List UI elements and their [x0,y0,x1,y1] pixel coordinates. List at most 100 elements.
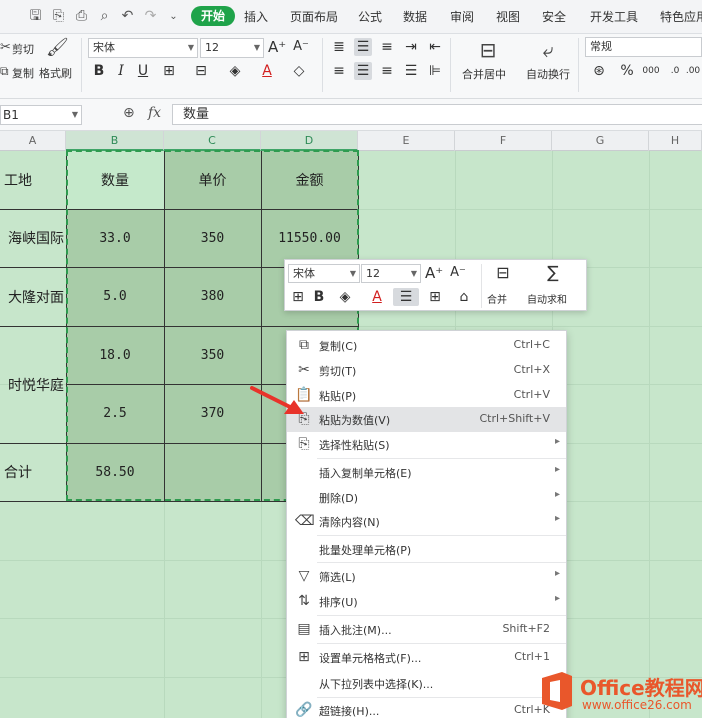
spacing-icon[interactable]: ⊞ [289,288,307,306]
redo-icon[interactable]: ↷ [142,8,159,25]
align-center-icon[interactable]: ☰ [354,62,372,80]
tab-page-layout[interactable]: 页面布局 [290,9,338,25]
tab-view[interactable]: 视图 [496,9,520,25]
tab-security[interactable]: 安全 [542,9,566,25]
indent-icon[interactable]: ⇥ [402,38,420,56]
cell-price[interactable]: 370 [164,384,261,443]
align-middle-icon[interactable]: ☰ [354,38,372,56]
chevron-down-icon[interactable]: ⌄ [165,8,182,25]
copy-label[interactable]: 复制 [12,65,34,81]
outdent-icon[interactable]: ⇤ [426,38,444,56]
merge-center-label[interactable]: 合并居中 [462,66,506,82]
tab-insert[interactable]: 插入 [244,9,268,25]
cell-qty[interactable]: 5.0 [66,267,164,326]
align-left-icon[interactable]: ≡ [330,62,348,80]
mini-font-name-select[interactable]: 宋体 ▼ [288,264,360,283]
font-color-icon[interactable]: A [258,62,276,80]
column-header-e[interactable]: E [358,131,455,151]
align-top-icon[interactable]: ≣ [330,38,348,56]
cell-site[interactable]: 海峡国际 [0,209,66,267]
menu-item-hyperlink[interactable]: 🔗 超链接(H)... Ctrl+K [287,698,566,718]
scissors-icon[interactable]: ✂ [0,40,11,55]
menu-item-format-cells[interactable]: ⊞ 设置单元格格式(F)... Ctrl+1 [287,645,566,670]
copy-icon[interactable]: ⧉ [0,64,9,79]
cut-label[interactable]: 剪切 [12,41,34,57]
justify-icon[interactable]: ☰ [402,62,420,80]
percent-icon[interactable]: % [618,62,636,80]
font-name-select[interactable]: 宋体 ▼ [88,38,198,58]
header-cell-amount[interactable]: 金额 [261,151,358,209]
mini-font-size-select[interactable]: 12 ▼ [361,264,421,283]
menu-item-sort[interactable]: ⇅ 排序(U) ▸ [287,589,566,614]
bold-icon[interactable]: B [311,288,327,306]
bold-icon[interactable]: B [90,62,108,80]
menu-item-insert-comment[interactable]: ▤ 插入批注(M)... Shift+F2 [287,617,566,642]
italic-icon[interactable]: I [112,62,130,80]
wrap-text-icon[interactable]: ⤶ [536,38,560,62]
undo-icon[interactable]: ↶ [119,8,136,25]
tab-data[interactable]: 数据 [403,9,427,25]
cell-price[interactable]: 350 [164,209,261,267]
format-painter-label[interactable]: 格式刷 [39,65,72,81]
print-preview-icon[interactable]: ⌕ [96,8,113,25]
cell-price[interactable]: 350 [164,326,261,384]
tab-formulas[interactable]: 公式 [358,9,382,25]
border-icon[interactable]: ⊞ [160,62,178,80]
merge-cells-icon[interactable]: ⊟ [491,264,515,282]
decrease-decimal-icon[interactable]: .00 [684,62,702,80]
align-right-icon[interactable]: ≡ [378,62,396,80]
increase-decimal-icon[interactable]: .0 [666,62,684,80]
cell-total-qty[interactable]: 58.50 [66,443,164,501]
menu-item-paste-special[interactable]: ⎘ 选择性粘贴(S) ▸ [287,432,566,457]
cell-site[interactable]: 大隆对面 [0,267,66,326]
cell-qty[interactable]: 18.0 [66,326,164,384]
fill-color-icon[interactable]: ◈ [333,288,357,306]
cell-price[interactable]: 380 [164,267,261,326]
header-cell-site[interactable]: 工地 [0,151,66,209]
border-icon[interactable]: ⊞ [423,288,447,306]
mini-merge-label[interactable]: 合并 [487,291,507,306]
menu-item-paste[interactable]: 📋 粘贴(P) Ctrl+V [287,383,566,408]
increase-font-icon[interactable]: A⁺ [425,264,443,282]
column-header-d[interactable]: D [261,131,358,151]
menu-item-insert-copied[interactable]: 插入复制单元格(E) ▸ [287,460,566,485]
decrease-font-icon[interactable]: A⁻ [449,264,467,282]
fill-color-icon[interactable]: ◈ [226,62,244,80]
menu-item-paste-values[interactable]: ⎘ 粘贴为数值(V) Ctrl+Shift+V [287,407,566,432]
cell-site-merged[interactable]: 时悦华庭 [0,326,66,443]
underline-icon[interactable]: U [134,62,152,80]
align-bottom-icon[interactable]: ≡ [378,38,396,56]
decrease-font-icon[interactable]: A⁻ [292,38,310,56]
share-icon[interactable]: ⎘ [50,8,67,25]
menu-item-cut[interactable]: ✂ 剪切(T) Ctrl+X [287,358,566,383]
tab-developer[interactable]: 开发工具 [590,9,638,25]
header-cell-qty[interactable]: 数量 [66,151,164,209]
save-icon[interactable]: 🖫 [27,8,44,25]
menu-item-clear[interactable]: ⌫ 清除内容(N) ▸ [287,509,566,534]
column-header-f[interactable]: F [455,131,552,151]
column-header-c[interactable]: C [164,131,261,151]
thousands-icon[interactable]: 000 [642,62,660,80]
tab-home[interactable]: 开始 [191,6,236,26]
font-color-icon[interactable]: A [365,288,389,306]
formula-input[interactable]: 数量 [172,104,702,125]
menu-item-copy[interactable]: ⧉ 复制(C) Ctrl+C [287,333,566,358]
clear-format-icon[interactable]: ◇ [290,62,308,80]
cell-qty[interactable]: 33.0 [66,209,164,267]
number-format-select[interactable]: 常规 [585,37,702,57]
column-header-b[interactable]: B [66,131,164,151]
menu-item-pick-list[interactable]: 从下拉列表中选择(K)... [287,671,566,696]
mini-autosum-label[interactable]: 自动求和 [527,291,567,306]
align-center-icon[interactable]: ☰ [393,288,419,306]
fill-pattern-icon[interactable]: ⊟ [192,62,210,80]
column-header-h[interactable]: H [649,131,702,151]
fx-icon[interactable]: fx [148,105,161,121]
currency-icon[interactable]: ⊛ [590,62,608,80]
column-header-g[interactable]: G [552,131,649,151]
menu-item-batch[interactable]: 批量处理单元格(P) [287,537,566,562]
name-box[interactable]: B1 ▼ [0,105,82,125]
column-header-a[interactable]: A [0,131,66,151]
cell-qty[interactable]: 2.5 [66,384,164,443]
tab-review[interactable]: 审阅 [450,9,474,25]
format-painter-icon[interactable]: 🖌 [46,37,69,58]
